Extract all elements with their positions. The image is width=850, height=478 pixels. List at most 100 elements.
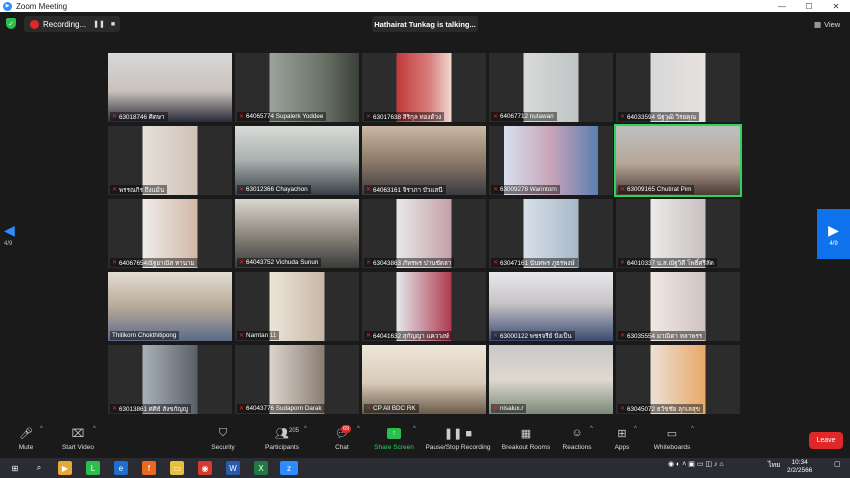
participant-tile[interactable]: ✕ 63017638 สิริกุล ทองด้วง	[362, 53, 486, 122]
apps-button[interactable]: ⊞ Apps	[612, 426, 632, 456]
minimize-icon[interactable]: —	[770, 0, 794, 12]
close-icon[interactable]: ✕	[824, 0, 848, 12]
share-caret-icon[interactable]: ^	[413, 426, 416, 432]
participant-tile[interactable]: ✕ 64033594 นัฐวุฒิ วิรยคุณ	[616, 53, 740, 122]
apps-caret-icon[interactable]: ^	[634, 426, 637, 432]
participant-tile[interactable]: ✕ 63043863 ภัทรพร ปานขัดลา	[362, 199, 486, 268]
muted-mic-icon: ✕	[366, 333, 372, 339]
participants-count: 205	[289, 428, 300, 434]
security-button[interactable]: ⛉ Security	[206, 426, 240, 456]
system-tray-icons[interactable]: ◉ ◐ ˄ ▣ ▭ ◫ ♪ ⌂	[668, 460, 724, 468]
edge-browser-icon[interactable]: e	[114, 461, 128, 475]
participant-name: Thitikorn Chokthitipong	[112, 332, 177, 339]
participant-tile[interactable]: ✕ 64010337 น.ส.ณัฐวิดี โพธิ์ศรีลัต	[616, 199, 740, 268]
participant-tile[interactable]: ✕ CP All BDC RK	[362, 345, 486, 414]
mute-label: Mute	[18, 444, 34, 451]
video-off-icon: ⌧	[71, 427, 85, 440]
participant-tile[interactable]: ✕ 63013861 ศศิธ์ สังขกัญญู	[108, 345, 232, 414]
file-explorer-icon[interactable]: ▭	[170, 461, 184, 475]
participant-tile[interactable]: ✕ 64067654ณัฐยาณัส หานาม	[108, 199, 232, 268]
video-gallery-grid: ✕ 63018746 ศิตษา ✕ 64065774 Supalerk Yodde…	[108, 53, 742, 415]
breakout-rooms-label: Breakout Rooms	[501, 444, 551, 451]
search-icon[interactable]: ⌕	[32, 461, 46, 475]
participant-name: nisalux.r	[500, 405, 524, 412]
whiteboards-caret-icon[interactable]: ^	[691, 426, 694, 432]
muted-mic-icon: ✕	[493, 114, 499, 120]
pause-recording-icon[interactable]: ❚❚	[93, 19, 105, 29]
muted-mic-icon: ✕	[112, 260, 118, 266]
muted-mic-icon: ✕	[239, 260, 245, 266]
meeting-toolbar: 🎤︎ Mute ^ ⌧ Start Video ^ ⛉ Security 👥︎ …	[0, 423, 850, 458]
pause-stop-recording-button[interactable]: ❚❚ ■ Pause/Stop Recording	[425, 426, 491, 456]
maximize-icon[interactable]: ☐	[797, 0, 821, 12]
word-icon[interactable]: W	[226, 461, 240, 475]
participant-tile[interactable]: ✕ nisalux.r	[489, 345, 613, 414]
reactions-button[interactable]: ☺ Reactions	[561, 426, 593, 456]
start-video-button[interactable]: ⌧ Start Video	[58, 426, 98, 456]
breakout-rooms-button[interactable]: ▦ Breakout Rooms	[501, 426, 551, 456]
pause-stop-icon: ❚❚ ■	[443, 427, 473, 440]
participant-tile[interactable]: ✕ 64041632 สุกัญญา แคววงษ์	[362, 272, 486, 341]
participant-tile[interactable]: ✕ 63009278 Warintorn	[489, 126, 613, 195]
chat-button[interactable]: 💬︎ Chat 69	[331, 425, 353, 456]
participant-tile[interactable]: ✕ 63018746 ศิตษา	[108, 53, 232, 122]
participant-tile[interactable]: ✕ 64065774 Supalerk Yoddee	[235, 53, 359, 122]
participant-tile[interactable]: ✕ Namtan 11	[235, 272, 359, 341]
participant-name: 63013861 ศศิธ์ สังขกัญญู	[119, 405, 189, 413]
participant-tile[interactable]: ✕ พรรณกิร ถึงแม้น	[108, 126, 232, 195]
mute-button[interactable]: 🎤︎ Mute	[14, 426, 38, 456]
whiteboards-label: Whiteboards	[653, 444, 691, 451]
participants-caret-icon[interactable]: ^	[304, 426, 307, 432]
chrome-icon[interactable]: ◉	[198, 461, 212, 475]
notifications-icon[interactable]: ▢	[834, 460, 841, 468]
participant-tile[interactable]: ✕ 63045072 ธวัชชัย ลุกเลสุข	[616, 345, 740, 414]
participant-name: 63000122 พชรจรีย์ ปั่งเป็น	[500, 332, 572, 340]
reactions-caret-icon[interactable]: ^	[590, 426, 593, 432]
video-options-caret-icon[interactable]: ^	[93, 426, 96, 432]
participant-tile[interactable]: ✕ 63012366 Chayachon	[235, 126, 359, 195]
chat-caret-icon[interactable]: ^	[357, 426, 360, 432]
participant-tile[interactable]: ✕ 63035554 มาณิดา หลาพรร	[616, 272, 740, 341]
reactions-label: Reactions	[562, 444, 592, 451]
participant-tile[interactable]: ✕ 64043776 Sudaporn Darak	[235, 345, 359, 414]
participant-name: 64033594 นัฐวุฒิ วิรยคุณ	[627, 113, 697, 121]
audio-options-caret-icon[interactable]: ^	[40, 426, 43, 432]
participant-name: 64041632 สุกัญญา แคววงษ์	[373, 332, 450, 340]
security-label: Security	[211, 444, 235, 451]
media-player-icon[interactable]: ▶	[58, 461, 72, 475]
participant-tile[interactable]: Thitikorn Chokthitipong	[108, 272, 232, 341]
clock-time: 10:34	[791, 459, 808, 466]
stop-recording-icon[interactable]: ■	[108, 19, 118, 29]
participant-tile[interactable]: ✕ 64043752 Vichuda Sunun	[235, 199, 359, 268]
input-language[interactable]: ไทย	[768, 460, 780, 471]
chat-label: Chat	[335, 444, 349, 451]
view-button[interactable]: ▦ View	[814, 17, 844, 31]
firefox-icon[interactable]: f	[142, 461, 156, 475]
taskbar-clock[interactable]: 10:34 2/2/2566	[787, 459, 812, 475]
chat-unread-badge: 69	[341, 425, 352, 433]
muted-mic-icon: ✕	[620, 260, 626, 266]
muted-mic-icon: ✕	[620, 333, 626, 339]
participant-tile[interactable]: ✕ 63000122 พชรจรีย์ ปั่งเป็น	[489, 272, 613, 341]
share-screen-button[interactable]: ↑ Share Screen	[372, 426, 416, 456]
participant-name: 64067654ณัฐยาณัส หานาม	[119, 259, 195, 267]
zoom-logo-icon: ▶	[3, 1, 12, 11]
participant-name: 64010337 น.ส.ณัฐวิดี โพธิ์ศรีลัต	[627, 259, 714, 267]
page-indicator-right: 4/9	[829, 240, 838, 247]
windows-start-icon[interactable]: ⊞	[8, 461, 22, 475]
next-page-button[interactable]: ▶ 4/9	[817, 209, 850, 259]
line-app-icon[interactable]: L	[86, 461, 100, 475]
excel-icon[interactable]: X	[254, 461, 268, 475]
participant-tile[interactable]: ✕ 64067712 nutawan	[489, 53, 613, 122]
leave-button[interactable]: Leave	[809, 432, 843, 449]
whiteboards-button[interactable]: ▭ Whiteboards	[652, 426, 692, 456]
zoom-taskbar-icon[interactable]: z	[280, 461, 298, 475]
participant-tile-active-speaker[interactable]: ✕ 63009165 Chutirat Pim	[614, 124, 742, 197]
participant-name: 63047161 นันทพร ภูธรพงษ์	[500, 259, 575, 267]
participant-tile[interactable]: ✕ 63047161 นันทพร ภูธรพงษ์	[489, 199, 613, 268]
security-shield-icon[interactable]: ✓	[6, 18, 16, 29]
clock-date: 2/2/2566	[787, 467, 813, 474]
participant-tile[interactable]: ✕ 64063161 จิราภา บัวแสนี	[362, 126, 486, 195]
previous-page-button[interactable]: ◀ 4/9	[4, 222, 26, 262]
participant-name: 63009165 Chutirat Pim	[627, 186, 692, 193]
